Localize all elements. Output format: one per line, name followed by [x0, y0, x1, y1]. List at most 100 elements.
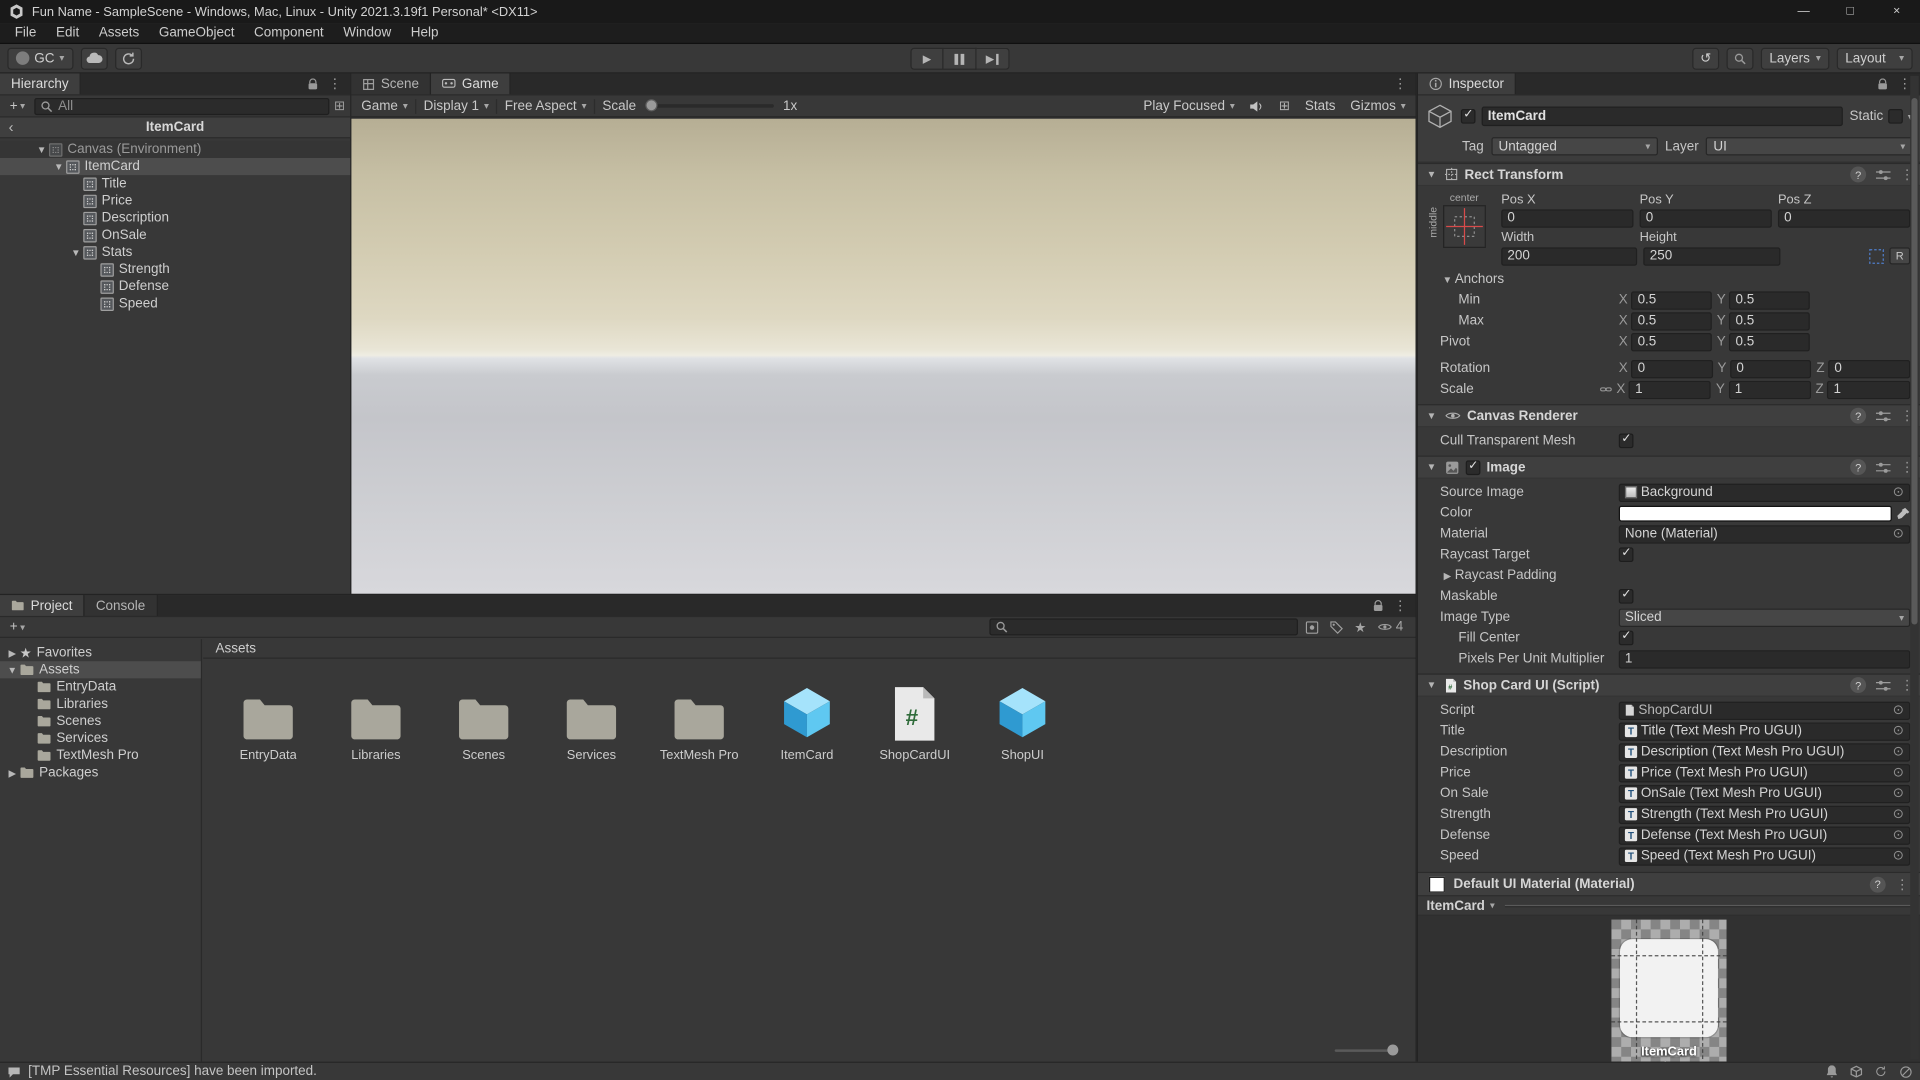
strength-ref-field[interactable]: T Strength (Text Mesh Pro UGUI) ⊙ [1618, 805, 1911, 824]
scale-z-field[interactable]: 1 [1827, 380, 1911, 399]
package-icon[interactable] [1850, 1065, 1863, 1078]
anchor-min-y-field[interactable]: 0.5 [1729, 290, 1810, 310]
hierarchy-item-price[interactable]: Price [0, 192, 350, 209]
asset-services[interactable]: Services [544, 673, 640, 763]
hierarchy-item-strength[interactable]: Strength [0, 261, 350, 278]
kebab-menu-icon[interactable]: ⋮ [1393, 598, 1406, 614]
bell-icon[interactable] [1826, 1064, 1838, 1078]
rotation-x-field[interactable]: 0 [1631, 359, 1713, 378]
tab-scene[interactable]: Scene [351, 73, 432, 95]
hierarchy-item-speed[interactable]: Speed [0, 295, 350, 312]
foldout-icon[interactable]: ▼ [51, 161, 66, 172]
object-picker-icon[interactable]: ⊙ [1893, 786, 1904, 800]
scale-slider-knob[interactable] [644, 99, 657, 112]
layers-dropdown[interactable]: Layers ▾ [1760, 47, 1830, 70]
preset-icon[interactable] [1875, 168, 1891, 180]
object-picker-icon[interactable]: ⊙ [1893, 828, 1904, 841]
rect-transform-header[interactable]: ▼ Rect Transform ? ⋮ [1417, 162, 1920, 187]
tree-item-packages[interactable]: ▶ Packages [0, 764, 201, 781]
material-field[interactable]: None (Material) ⊙ [1618, 524, 1911, 544]
scale-slider[interactable] [644, 99, 774, 112]
object-picker-icon[interactable]: ⊙ [1893, 807, 1904, 821]
stats-button[interactable]: Stats [1298, 99, 1343, 114]
pos-x-field[interactable]: 0 [1501, 208, 1634, 228]
preset-icon[interactable] [1875, 679, 1891, 691]
asset-itemcard-prefab[interactable]: ItemCard [759, 673, 855, 763]
tag-dropdown[interactable]: Untagged ▾ [1491, 137, 1658, 156]
rotation-y-field[interactable]: 0 [1730, 359, 1812, 378]
raycast-target-checkbox[interactable] [1618, 546, 1634, 563]
sync-icon[interactable] [1875, 1065, 1887, 1077]
tab-game[interactable]: Game [431, 73, 511, 95]
lock-icon[interactable] [307, 77, 318, 90]
scale-x-field[interactable]: 1 [1628, 380, 1712, 399]
tab-hierarchy[interactable]: Hierarchy [0, 73, 81, 95]
object-picker-icon[interactable]: ⊙ [1893, 527, 1904, 540]
asset-zoom-knob[interactable] [1387, 1044, 1399, 1056]
raycast-padding-row[interactable]: ▶ Raycast Padding [1418, 566, 1920, 586]
foldout-icon[interactable]: ▼ [34, 144, 49, 155]
project-search-input[interactable] [989, 618, 1298, 636]
account-dropdown[interactable]: GC ▾ [7, 47, 73, 70]
description-ref-field[interactable]: T Description (Text Mesh Pro UGUI) ⊙ [1618, 742, 1911, 762]
lock-icon[interactable] [1877, 77, 1888, 90]
search-by-label-icon[interactable] [1330, 620, 1343, 634]
save-search-star-icon[interactable]: ★ [1354, 619, 1366, 635]
object-picker-icon[interactable]: ⊙ [1893, 849, 1904, 862]
raw-edit-mode-button[interactable]: R [1889, 247, 1911, 265]
static-checkbox[interactable] [1888, 108, 1903, 124]
maximize-button[interactable]: □ [1827, 0, 1874, 23]
play-button[interactable]: ▶ [910, 47, 944, 70]
title-ref-field[interactable]: T Title (Text Mesh Pro UGUI) ⊙ [1618, 721, 1911, 741]
shop-card-ui-header[interactable]: ▼ # Shop Card UI (Script) ? ⋮ [1417, 673, 1920, 697]
price-ref-field[interactable]: T Price (Text Mesh Pro UGUI) ⊙ [1618, 763, 1911, 782]
gameobject-name-field[interactable]: ItemCard [1481, 106, 1844, 127]
width-field[interactable]: 200 [1501, 246, 1638, 266]
tab-inspector[interactable]: Inspector [1417, 73, 1517, 95]
anchor-max-y-field[interactable]: 0.5 [1729, 311, 1810, 330]
prefab-back-button[interactable]: ‹ [0, 119, 22, 136]
ppu-multiplier-field[interactable]: 1 [1618, 649, 1911, 668]
pos-z-field[interactable]: 0 [1777, 208, 1911, 228]
image-type-dropdown[interactable]: Sliced ▾ [1618, 607, 1911, 627]
object-picker-icon[interactable]: ⊙ [1893, 485, 1904, 499]
help-icon[interactable]: ? [1850, 407, 1867, 424]
kebab-menu-icon[interactable]: ⋮ [328, 76, 341, 92]
hierarchy-item-title[interactable]: Title [0, 175, 350, 192]
material-section-header[interactable]: Default UI Material (Material) ? ⋮ [1417, 871, 1920, 896]
foldout-icon[interactable]: ▼ [69, 247, 84, 258]
status-bar[interactable]: [TMP Essential Resources] have been impo… [0, 1061, 1920, 1080]
menu-help[interactable]: Help [401, 23, 448, 43]
hierarchy-create-button[interactable]: + ▾ [5, 97, 30, 115]
hierarchy-item-itemcard[interactable]: ▼ ItemCard [0, 157, 351, 176]
anchors-foldout[interactable]: ▼ Anchors [1418, 269, 1920, 289]
asset-entrydata[interactable]: EntryData [220, 673, 316, 763]
preview-resize-handle[interactable] [1504, 904, 1912, 907]
pause-button[interactable] [943, 47, 977, 70]
tree-item-libraries[interactable]: Libraries [0, 696, 201, 713]
help-icon[interactable]: ? [1850, 459, 1867, 476]
link-scale-icon[interactable] [1599, 383, 1612, 395]
step-button[interactable]: ▶ [976, 47, 1010, 70]
scale-y-field[interactable]: 1 [1728, 380, 1811, 399]
vsync-button[interactable]: ⊞ [1272, 98, 1298, 114]
hierarchy-search-input[interactable]: All [34, 97, 330, 115]
preset-icon[interactable] [1875, 410, 1891, 422]
search-button[interactable] [1726, 47, 1754, 70]
hierarchy-item-stats[interactable]: ▼ Stats [0, 244, 350, 261]
tab-project[interactable]: Project [0, 595, 85, 616]
search-options-icon[interactable]: ⊞ [334, 98, 345, 114]
source-image-field[interactable]: Background ⊙ [1618, 483, 1911, 502]
help-icon[interactable]: ? [1869, 876, 1886, 893]
menu-window[interactable]: Window [333, 23, 401, 43]
progress-icon[interactable] [1899, 1065, 1912, 1078]
game-menu-dropdown[interactable]: Game ▾ [354, 96, 415, 117]
pivot-x-field[interactable]: 0.5 [1631, 332, 1712, 351]
version-control-button[interactable] [114, 47, 142, 70]
kebab-menu-icon[interactable]: ⋮ [1393, 76, 1406, 92]
asset-shopcardui-script[interactable]: # ShopCardUI [867, 673, 963, 763]
maskable-checkbox[interactable] [1618, 588, 1634, 604]
color-swatch-field[interactable] [1618, 505, 1892, 522]
asset-textmeshpro[interactable]: TextMesh Pro [651, 673, 747, 763]
object-picker-icon[interactable]: ⊙ [1893, 744, 1904, 758]
